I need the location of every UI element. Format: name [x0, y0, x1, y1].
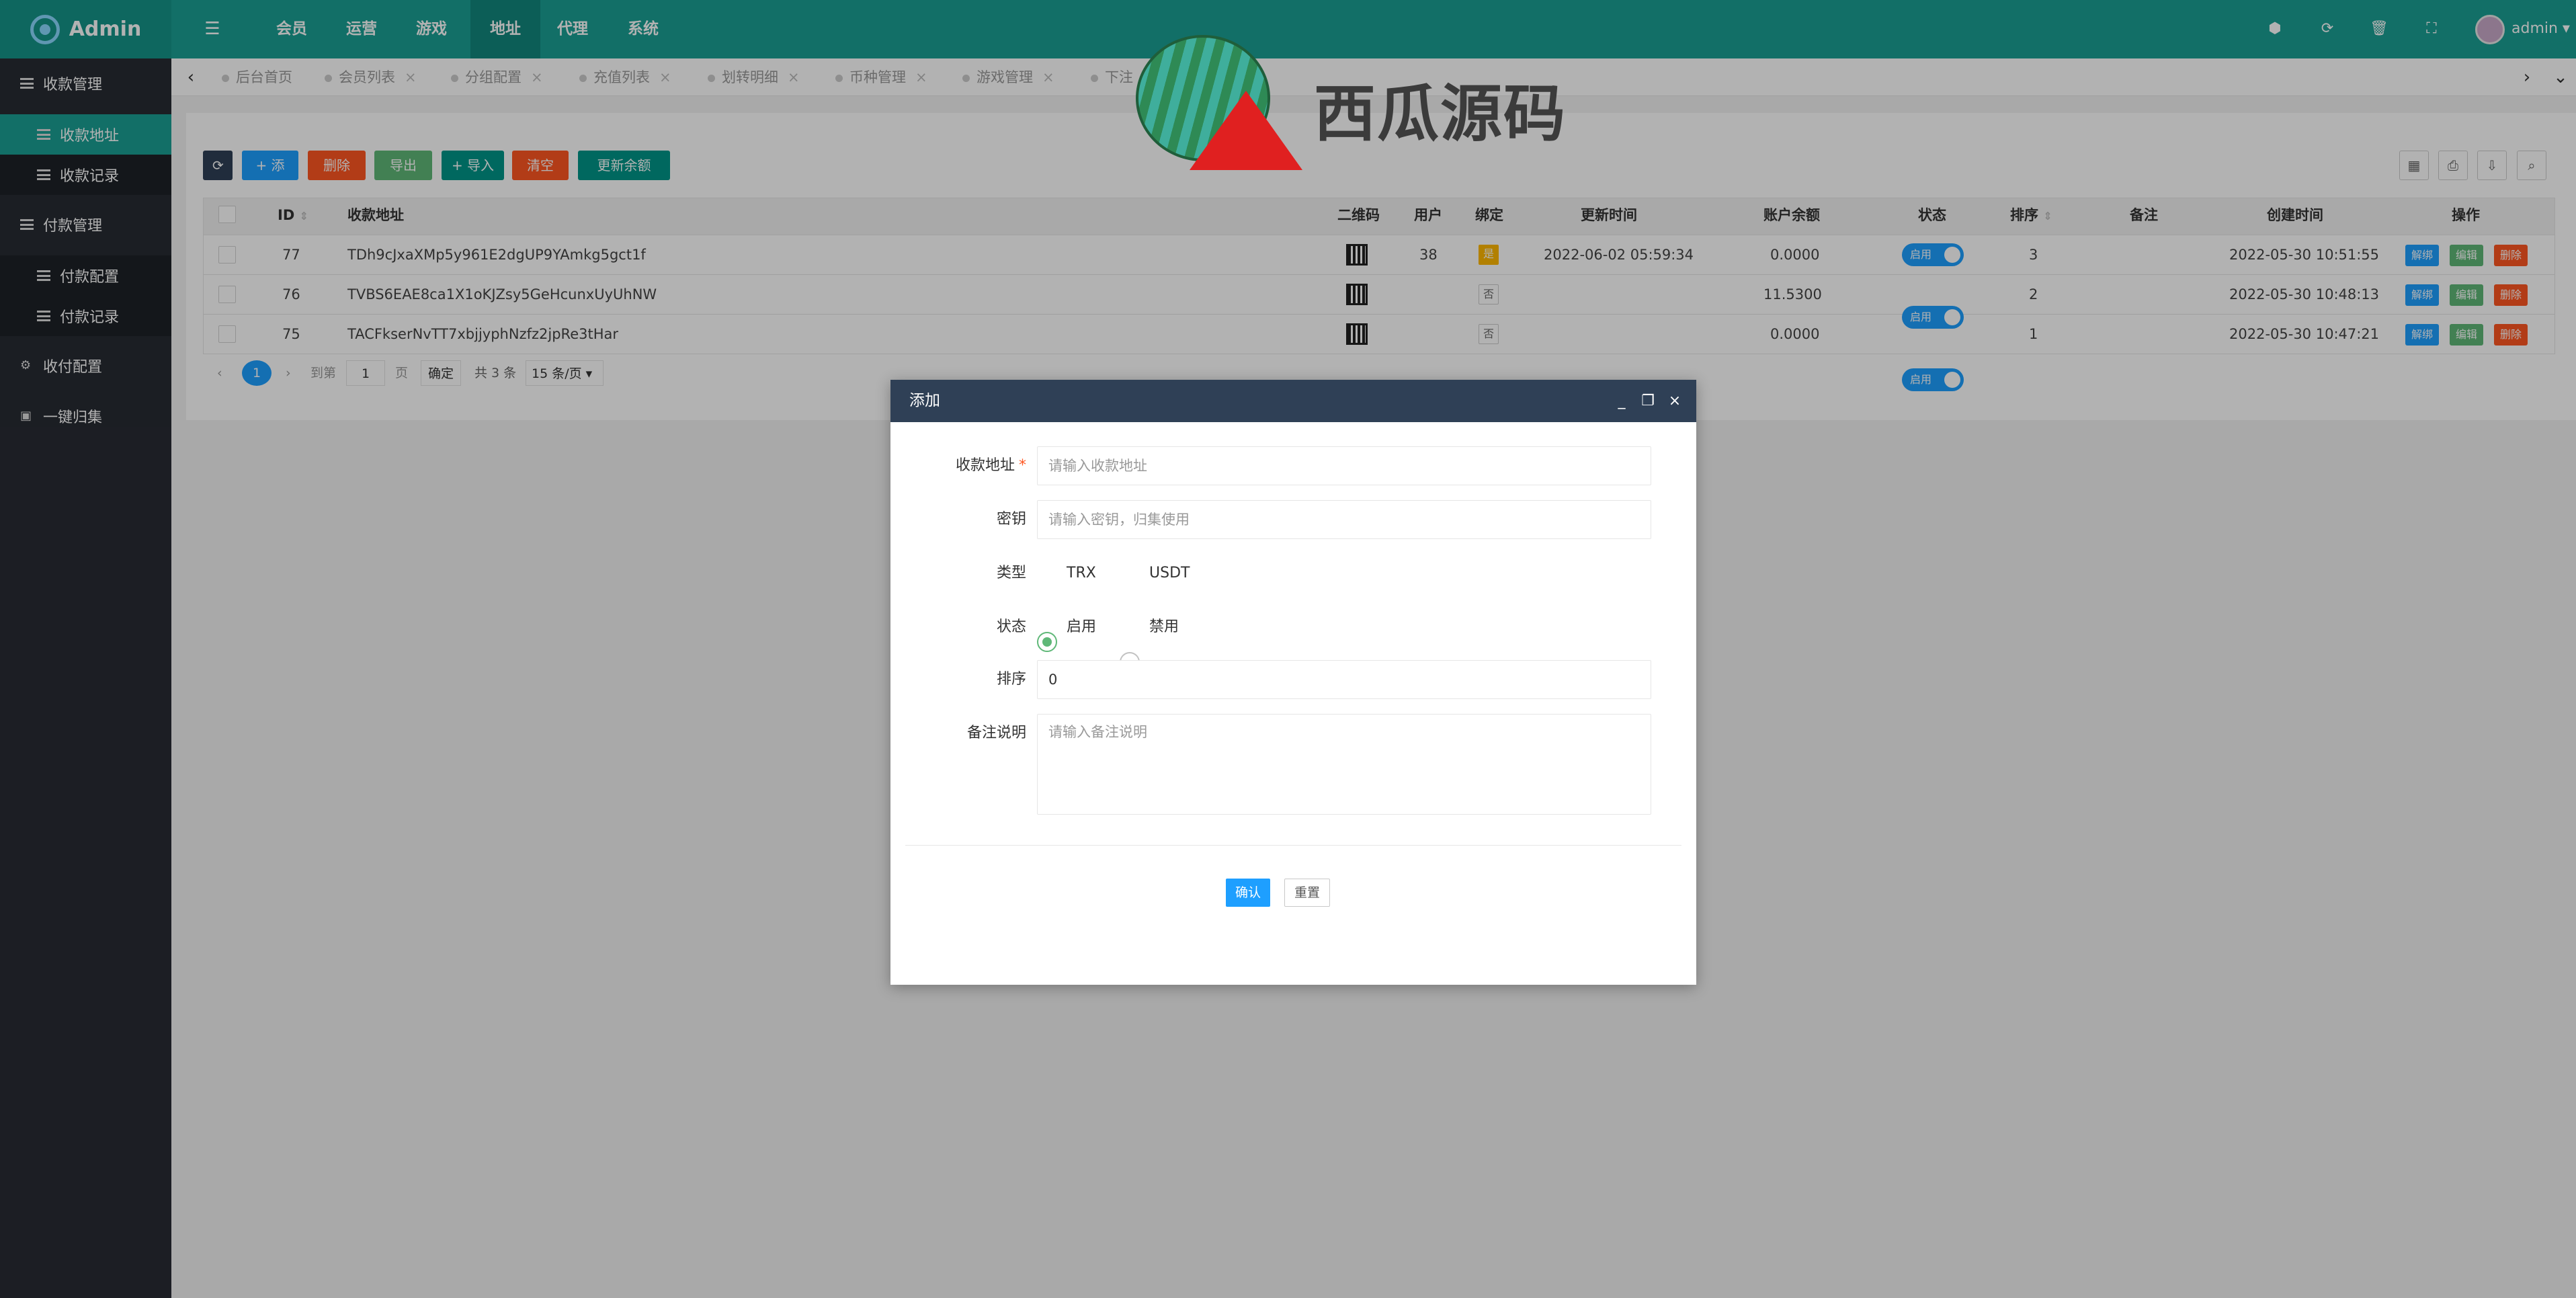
address-input[interactable]: 请输入收款地址 [1037, 446, 1651, 485]
address-label: 收款地址 * [892, 446, 1026, 485]
status-option-disable[interactable]: 禁用 [1149, 617, 1179, 637]
key-input[interactable]: 请输入密钥，归集使用 [1037, 500, 1651, 539]
key-label: 密钥 [996, 511, 1026, 528]
minimize-icon[interactable]: _ [1612, 391, 1632, 411]
watermark-text: 西瓜源码 [1314, 78, 1567, 150]
type-option-trx[interactable]: TRX [1067, 563, 1096, 583]
type-radio-trx[interactable] [1037, 632, 1057, 652]
close-icon[interactable]: × [1665, 391, 1685, 411]
note-textarea[interactable]: 请输入备注说明 [1037, 714, 1651, 815]
status-option-enable[interactable]: 启用 [1067, 617, 1096, 637]
dialog-title: 添加 [890, 380, 1696, 422]
sort-label: 排序 [996, 671, 1026, 688]
sort-input[interactable]: 0 [1037, 660, 1651, 699]
reset-button[interactable]: 重置 [1284, 879, 1330, 907]
required-icon: * [1019, 457, 1026, 474]
status-label: 状态 [996, 618, 1026, 635]
watermelon-slice-icon [1190, 91, 1302, 170]
maximize-icon[interactable]: ❐ [1638, 391, 1658, 411]
type-option-usdt[interactable]: USDT [1149, 563, 1190, 583]
label-text: 收款地址 [955, 457, 1015, 474]
confirm-button[interactable]: 确认 [1226, 879, 1270, 907]
type-label: 类型 [996, 565, 1026, 581]
dialog-divider [905, 845, 1681, 846]
note-label: 备注说明 [966, 725, 1026, 741]
